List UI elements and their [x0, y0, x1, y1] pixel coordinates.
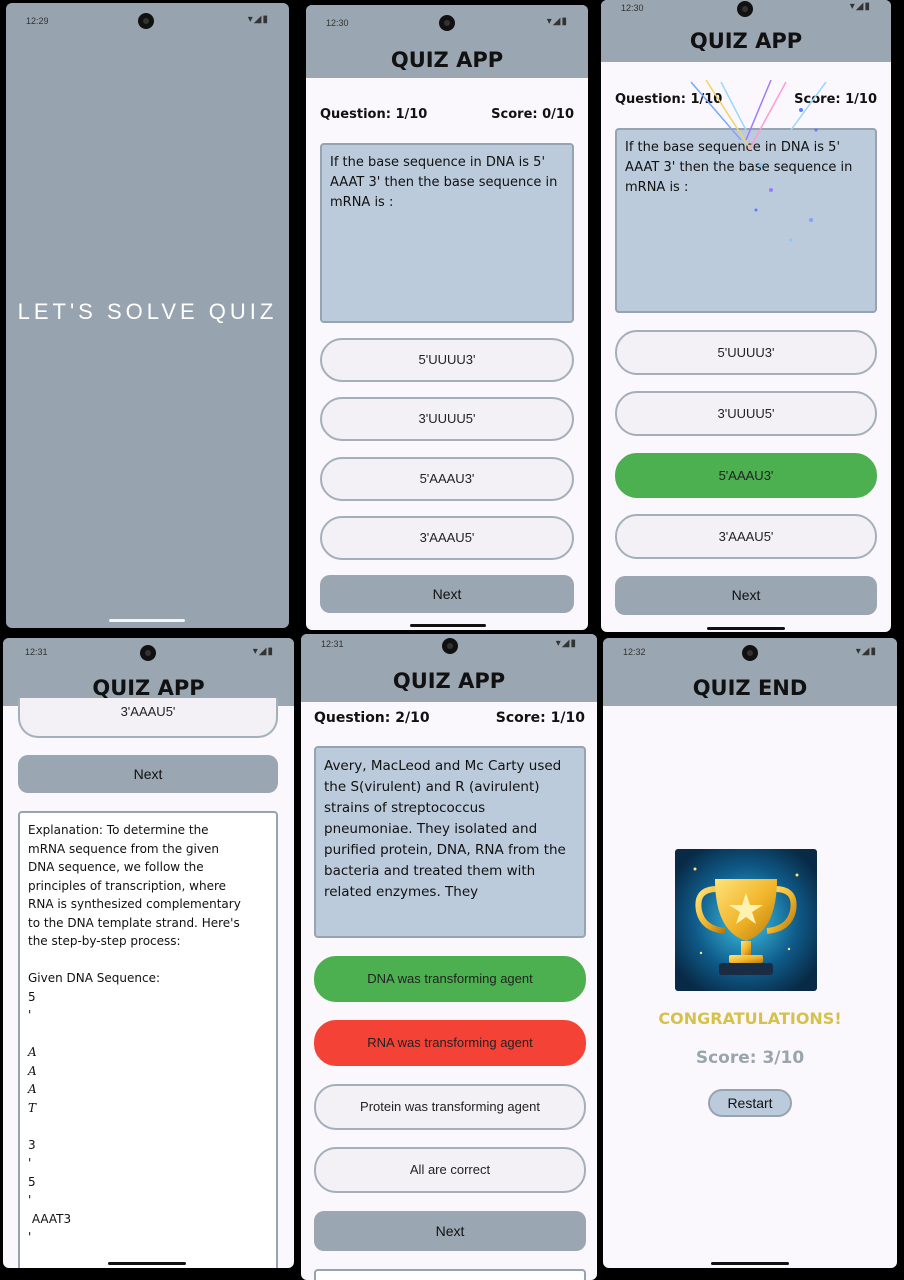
app-bar: 12:30 ▾◢▮ QUIZ APP [306, 5, 588, 78]
explanation-line: the step-by-step process: [28, 934, 181, 948]
next-button[interactable]: Next [314, 1211, 586, 1251]
status-time: 12:30 [621, 3, 644, 13]
score-counter: Score: 1/10 [495, 710, 585, 726]
home-indicator[interactable] [707, 627, 785, 630]
explanation-line: Given DNA Sequence: [28, 971, 161, 985]
quiz-end-screen: 12:32 ▾◢▮ QUIZ END CONGRATULATIONS! Scor… [603, 638, 897, 1268]
status-bar: 12:29 ▾◢▮ [6, 3, 289, 37]
question-screen-1-answered: 12:30 ▾◢▮ QUIZ APP Question: 1/10 Score:… [601, 0, 891, 632]
status-bar: 12:30 ▾◢▮ [306, 5, 588, 39]
option-button-4[interactable]: 3'AAAU5' [320, 516, 574, 560]
signal-battery-icon: ▾◢▮ [555, 638, 577, 649]
camera-icon [742, 645, 758, 661]
status-time: 12:31 [321, 639, 344, 649]
option-button-1[interactable]: 5'UUUU3' [615, 330, 877, 375]
restart-button[interactable]: Restart [708, 1089, 792, 1117]
confetti-animation [690, 79, 827, 242]
status-time: 12:29 [26, 16, 49, 26]
camera-icon [442, 638, 458, 654]
screenshot-collage: 12:29 ▾◢▮ LET'S SOLVE QUIZ 12:30 ▾◢▮ QUI… [0, 0, 904, 1280]
status-time: 12:32 [623, 647, 646, 657]
explanation-line: ' [28, 1230, 32, 1244]
question-screen-2: 12:31 ▾◢▮ QUIZ APP Question: 2/10 Score:… [301, 634, 597, 1280]
home-indicator[interactable] [711, 1262, 789, 1265]
option-button-3[interactable]: Protein was transforming agent [314, 1084, 586, 1130]
signal-battery-icon: ▾◢▮ [546, 16, 568, 27]
score-counter: Score: 0/10 [491, 107, 574, 122]
explanation-line: DNA sequence, we follow the [28, 860, 204, 874]
home-indicator[interactable] [410, 624, 486, 627]
option-button-3[interactable]: 5'AAAU3' [320, 457, 574, 501]
trophy-icon [675, 849, 817, 991]
explanation-line: 5 [28, 1174, 36, 1189]
app-title: QUIZ APP [689, 29, 803, 53]
app-bar: 12:31 ▾◢▮ QUIZ APP [3, 638, 294, 706]
option-button-2[interactable]: 3'UUUU5' [615, 391, 877, 436]
explanation-line: ' [28, 1156, 32, 1170]
app-title: QUIZ APP [92, 676, 205, 700]
explanation-math-line: A [28, 1063, 37, 1078]
explanation-math-line: A [28, 1082, 37, 1096]
explanation-line: to the DNA template strand. Here's [28, 915, 240, 930]
option-button-2[interactable]: 3'UUUU5' [320, 397, 574, 441]
app-bar: 12:31 ▾◢▮ QUIZ APP [301, 634, 597, 702]
explanation-line: ' [28, 1008, 32, 1022]
app-bar: 12:32 ▾◢▮ QUIZ END [603, 638, 897, 706]
option-button-4[interactable]: All are correct [314, 1147, 586, 1193]
app-bar: 12:30 ▾◢▮ QUIZ APP [601, 0, 891, 62]
explanation-line: RNA is synthesized complementary [28, 897, 241, 911]
signal-battery-icon: ▾◢▮ [247, 14, 269, 25]
home-indicator[interactable] [109, 619, 185, 622]
app-title: QUIZ APP [392, 669, 506, 693]
status-bar: 12:31 ▾◢▮ [301, 634, 597, 668]
explanation-line: 5 [28, 989, 36, 1004]
option-button-1[interactable]: 5'UUUU3' [320, 338, 574, 382]
signal-battery-icon: ▾◢▮ [855, 646, 877, 657]
explanation-line: mRNA sequence from the given [28, 841, 219, 856]
signal-battery-icon: ▾◢▮ [252, 646, 274, 657]
status-time: 12:30 [326, 18, 349, 28]
splash-screen: 12:29 ▾◢▮ LET'S SOLVE QUIZ [6, 3, 289, 628]
option-button-2-wrong[interactable]: RNA was transforming agent [314, 1020, 586, 1066]
next-button[interactable]: Next [320, 575, 574, 613]
explanation-math-line: T [28, 1100, 37, 1115]
explanation-screen: 12:31 ▾◢▮ QUIZ APP 3'AAAU5' Next Explana… [3, 638, 294, 1268]
explanation-box-partial [314, 1269, 586, 1280]
status-bar: 12:31 ▾◢▮ [3, 638, 294, 672]
camera-icon [439, 15, 455, 31]
next-button[interactable]: Next [615, 576, 877, 615]
explanation-line: AAAT3 [28, 1211, 72, 1226]
explanation-line: principles of transcription, where [28, 878, 227, 893]
question-counter: Question: 2/10 [314, 710, 430, 726]
question-box: Avery, MacLeod and Mc Carty used the S(v… [314, 746, 586, 938]
question-counter: Question: 1/10 [320, 107, 428, 122]
status-bar: 12:32 ▾◢▮ [603, 638, 897, 672]
next-button[interactable]: Next [18, 755, 278, 793]
explanation-line: 3 [28, 1137, 36, 1152]
explanation-box: Explanation: To determine the mRNA seque… [18, 811, 278, 1268]
app-title: QUIZ APP [390, 48, 504, 72]
question-screen-1: 12:30 ▾◢▮ QUIZ APP Question: 1/10 Score:… [306, 5, 588, 630]
home-indicator[interactable] [108, 1262, 186, 1265]
camera-icon [140, 645, 156, 661]
signal-battery-icon: ▾◢▮ [849, 1, 871, 12]
explanation-line: Explanation: To determine the [28, 823, 209, 837]
camera-icon [737, 1, 753, 17]
question-box: If the base sequence in DNA is 5' AAAT 3… [320, 143, 574, 323]
option-button-1-correct[interactable]: DNA was transforming agent [314, 956, 586, 1002]
status-time: 12:31 [25, 647, 48, 657]
end-title: QUIZ END [692, 676, 808, 700]
camera-icon [138, 13, 154, 29]
option-button-4[interactable]: 3'AAAU5' [615, 514, 877, 559]
congratulations-text: CONGRATULATIONS! [658, 1009, 842, 1028]
option-button-3-correct[interactable]: 5'AAAU3' [615, 453, 877, 498]
explanation-math-line: A [28, 1045, 37, 1059]
option-button-4[interactable]: 3'AAAU5' [18, 698, 278, 738]
splash-title: LET'S SOLVE QUIZ [17, 299, 278, 324]
explanation-line: ' [28, 1193, 32, 1207]
final-score: Score: 3/10 [695, 1048, 805, 1068]
